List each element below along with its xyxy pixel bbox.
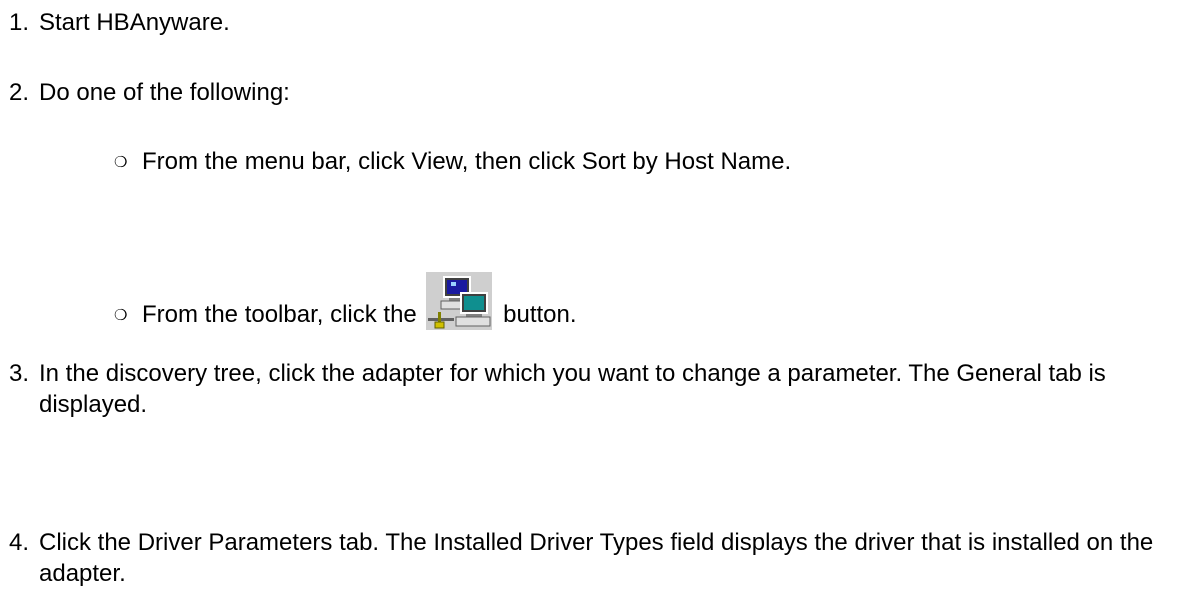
step-number: 1. (9, 9, 30, 36)
step-number: 3. (9, 360, 30, 387)
step-4: 4. Click the Driver Parameters tab. The … (9, 527, 1199, 589)
step-text: In the discovery tree, click the adapter… (39, 360, 1106, 418)
sort-by-host-name-icon[interactable] (426, 272, 493, 330)
step-text: Do one of the following: (39, 79, 290, 106)
substep-text-after: button. (503, 301, 577, 328)
step-text: Start HBAnyware. (39, 9, 230, 36)
substep-text: From the menu bar, click View, then clic… (142, 148, 792, 175)
step-text: Click the Driver Parameters tab. The Ins… (39, 529, 1154, 587)
bullet-icon: ❍ (114, 307, 128, 324)
step-2: 2. Do one of the following: (9, 77, 290, 108)
substep-menu-bar: ❍ From the menu bar, click View, then cli… (114, 146, 791, 178)
step-1: 1. Start HBAnyware. (9, 7, 230, 38)
substep-toolbar: ❍ From the toolbar, click the button. (114, 272, 577, 331)
bullet-icon: ❍ (114, 154, 128, 171)
step-number: 2. (9, 79, 30, 106)
step-3: 3. In the discovery tree, click the adap… (9, 358, 1199, 420)
step-number: 4. (9, 529, 30, 556)
substep-text-before: From the toolbar, click the (142, 301, 417, 328)
